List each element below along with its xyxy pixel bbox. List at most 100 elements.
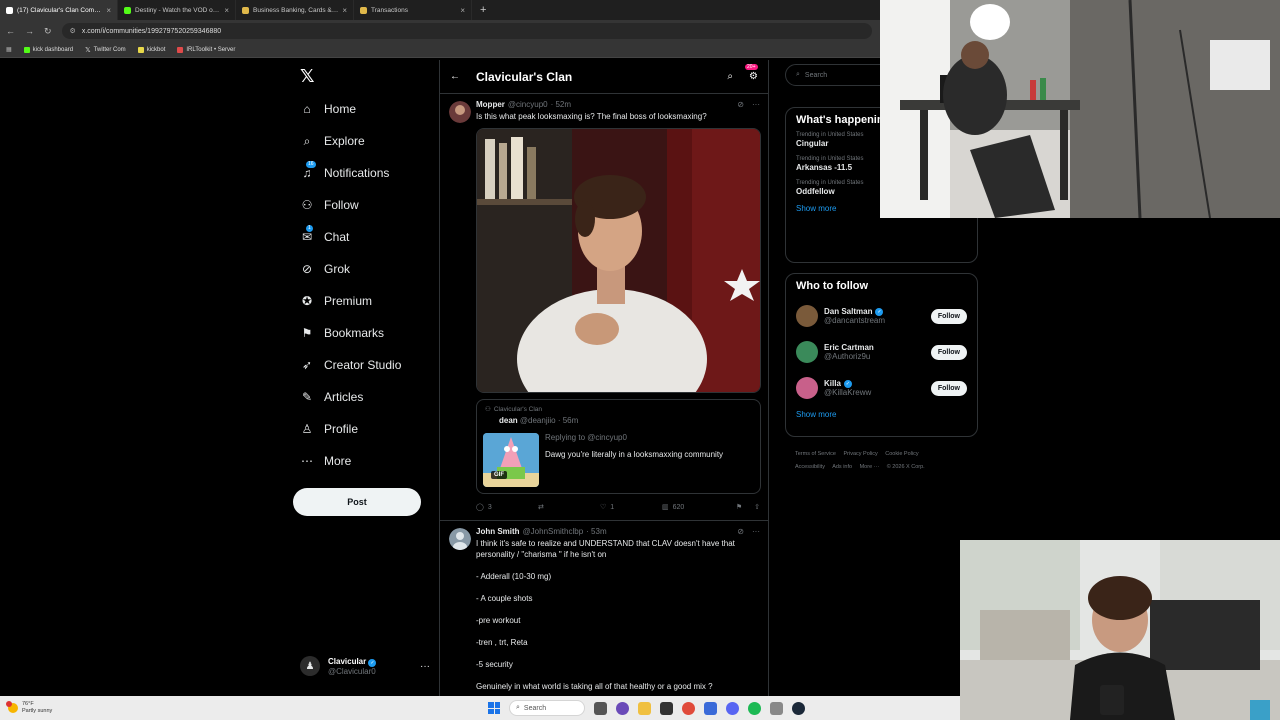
kick-favicon-icon xyxy=(23,46,30,53)
tweet-line: -pre workout xyxy=(476,616,521,625)
tab-title: (17) Clavicular's Clan Communi xyxy=(17,6,103,14)
steam-icon[interactable] xyxy=(792,701,805,715)
more-options-icon[interactable]: ··· xyxy=(752,100,760,109)
reply-button[interactable]: ◯ 3 xyxy=(476,503,538,512)
nav-item-follow[interactable]: ⚇ Follow xyxy=(300,194,359,216)
back-icon[interactable]: ← xyxy=(6,26,15,36)
like-button[interactable]: ♡ 1 xyxy=(600,503,662,512)
spotify-icon[interactable] xyxy=(748,701,761,715)
more-options-icon[interactable]: ··· xyxy=(420,661,430,672)
tweet-video[interactable] xyxy=(476,128,761,393)
close-tab-icon[interactable]: × xyxy=(106,6,111,15)
tweet-time[interactable]: · 52m xyxy=(551,100,571,109)
site-info-icon[interactable]: ⚙ xyxy=(70,27,76,35)
tweet[interactable]: John Smith @JohnSmithclbp · 53m ⊘ ··· I t… xyxy=(440,521,768,696)
task-view-icon[interactable] xyxy=(594,701,607,715)
share-icon[interactable]: ⇧ xyxy=(754,503,760,511)
avatar[interactable] xyxy=(449,101,471,123)
follow-suggestion[interactable]: Eric Cartman @Authoriz9u Follow xyxy=(796,334,967,370)
avatar[interactable] xyxy=(796,305,818,327)
tweet-author-name[interactable]: John Smith xyxy=(476,527,520,536)
app-icon[interactable] xyxy=(704,701,717,715)
tweet-author-name[interactable]: Mopper xyxy=(476,100,505,109)
app-icon[interactable] xyxy=(660,701,673,715)
nav-item-premium[interactable]: ✪ Premium xyxy=(300,290,372,312)
avatar[interactable] xyxy=(796,377,818,399)
bookmark-item[interactable]: IRLToolkit • Server xyxy=(177,46,235,53)
tweet-author-handle[interactable]: @cincyup0 xyxy=(508,100,548,109)
follow-button[interactable]: Follow xyxy=(930,344,967,360)
close-tab-icon[interactable]: × xyxy=(460,6,465,15)
weather-widget[interactable]: 76°F Partly sunny xyxy=(0,701,52,715)
nav-item-more[interactable]: ⋯ More xyxy=(300,450,351,472)
nav-item-profile[interactable]: ♙ Profile xyxy=(300,418,358,440)
copyright: © 2026 X Corp. xyxy=(886,464,925,470)
replying-to: Replying to @cincyup0 xyxy=(545,433,627,442)
nav-item-bookmarks[interactable]: ⚑ Bookmarks xyxy=(300,322,384,344)
tweet-time[interactable]: · 53m xyxy=(586,527,606,536)
bookmark-item[interactable]: kick dashboard xyxy=(23,46,73,53)
apps-icon[interactable]: ▦ xyxy=(6,46,12,53)
bookmark-item[interactable]: kickbot xyxy=(137,46,165,53)
post-button[interactable]: Post xyxy=(293,488,421,516)
browser-tab-0[interactable]: (17) Clavicular's Clan Communi × xyxy=(0,0,118,20)
footer-link[interactable]: Accessibility xyxy=(795,464,825,470)
discord-icon[interactable] xyxy=(726,701,739,715)
nav-item-creator-studio[interactable]: ➶ Creator Studio xyxy=(300,354,401,376)
new-tab-icon[interactable]: + xyxy=(472,4,486,16)
windows-taskbar: 76°F Partly sunny ⌕ Search xyxy=(0,696,960,720)
show-more-link[interactable]: Show more xyxy=(796,410,967,419)
follow-button[interactable]: Follow xyxy=(930,308,967,324)
browser-tab-1[interactable]: Destiny - Watch the VOD on Ki × xyxy=(118,0,236,20)
nav-item-home[interactable]: ⌂ Home xyxy=(300,98,356,120)
app-icon[interactable] xyxy=(770,701,783,715)
footer-link[interactable]: Privacy Policy xyxy=(844,451,878,457)
avatar[interactable] xyxy=(449,528,471,550)
quoted-tweet[interactable]: ⚇ Clavicular's Clan dean @deanjiio · 56m … xyxy=(476,399,761,494)
who-to-follow-title: Who to follow xyxy=(796,280,869,292)
retweet-button[interactable]: ⇄ xyxy=(538,503,600,511)
browser-tab-2[interactable]: Business Banking, Cards & Trea × xyxy=(236,0,354,20)
more-options-icon[interactable]: ··· xyxy=(752,527,760,536)
nav-item-chat[interactable]: ✉ 1 Chat xyxy=(300,225,349,248)
search-icon: ⌕ xyxy=(516,704,520,711)
chrome-icon[interactable] xyxy=(682,701,695,715)
forward-icon[interactable]: → xyxy=(25,26,34,36)
taskbar-search-input[interactable]: ⌕ Search xyxy=(509,700,585,716)
nav-item-grok[interactable]: ⊘ Grok xyxy=(300,258,350,280)
avatar[interactable] xyxy=(796,341,818,363)
close-tab-icon[interactable]: × xyxy=(342,6,347,15)
follow-button[interactable]: Follow xyxy=(930,380,967,396)
footer-link[interactable]: Ads info xyxy=(832,464,852,470)
x-logo-icon[interactable]: 𝕏 xyxy=(300,66,315,87)
follow-suggestion[interactable]: Dan Saltman ✓ @dancantstream Follow xyxy=(796,298,967,334)
quote-gif[interactable]: GIF xyxy=(483,433,539,487)
follow-suggestion[interactable]: Killa ✓ @KillaKreww Follow xyxy=(796,370,967,406)
tweet[interactable]: Mopper @cincyup0 · 52m ⊘ ··· Is this what… xyxy=(440,94,768,521)
grok-icon[interactable]: ⊘ xyxy=(737,527,744,536)
browser-app-icon[interactable] xyxy=(616,701,629,715)
nav-item-explore[interactable]: ⌕ Explore xyxy=(300,130,365,152)
back-arrow-icon[interactable]: ← xyxy=(450,71,460,82)
reload-icon[interactable]: ↻ xyxy=(44,26,52,37)
footer-link[interactable]: Cookie Policy xyxy=(885,451,918,457)
bookmark-icon[interactable]: ⚑ xyxy=(736,503,742,511)
community-settings-icon[interactable]: ⚙ 20+ xyxy=(745,64,758,82)
reply-icon: ◯ xyxy=(476,504,484,511)
tweet-author-handle[interactable]: @JohnSmithclbp xyxy=(523,527,584,536)
url-field[interactable]: ⚙ x.com/i/communities/199279752025934688… xyxy=(61,23,872,39)
search-icon[interactable]: ⌕ xyxy=(727,71,733,82)
footer-link[interactable]: Terms of Service xyxy=(795,451,836,457)
account-switcher[interactable]: ♟ Clavicular ✓ @Clavicular0 ··· xyxy=(300,656,430,676)
footer-link[interactable]: More ··· xyxy=(860,464,880,470)
tweet-line: - A couple shots xyxy=(476,594,533,603)
grok-icon[interactable]: ⊘ xyxy=(737,100,744,109)
windows-start-icon[interactable] xyxy=(488,702,500,714)
bookmark-item[interactable]: 𝕏 Twitter Com xyxy=(85,46,126,54)
nav-item-articles[interactable]: ✎ Articles xyxy=(300,386,363,408)
file-explorer-icon[interactable] xyxy=(638,701,651,715)
close-tab-icon[interactable]: × xyxy=(224,6,229,15)
nav-item-notifications[interactable]: ♫ 16 Notifications xyxy=(300,161,389,184)
views-button[interactable]: ▥ 620 xyxy=(662,503,724,512)
browser-tab-3[interactable]: Transactions × xyxy=(354,0,472,20)
